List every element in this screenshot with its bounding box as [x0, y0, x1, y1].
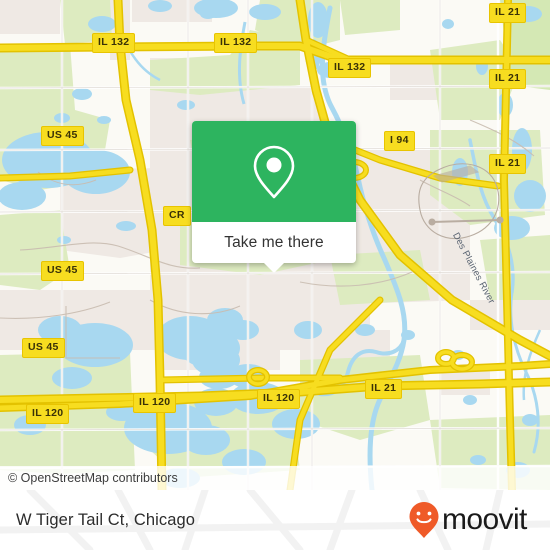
- moovit-wordmark: moovit: [442, 504, 529, 536]
- map-canvas[interactable]: IL 21 IL 132 IL 132 IL 132 IL 21 US 45 I…: [0, 0, 550, 490]
- road-shield[interactable]: US 45: [41, 126, 84, 146]
- moovit-pin-icon: [409, 502, 439, 538]
- road-shield[interactable]: I 94: [384, 131, 415, 151]
- road-shield[interactable]: IL 120: [133, 393, 177, 413]
- footer-bar: W Tiger Tail Ct, Chicago moovit: [0, 490, 550, 550]
- road-shield[interactable]: IL 120: [26, 404, 70, 424]
- road-shield[interactable]: IL 132: [92, 33, 136, 53]
- moovit-map-screen: IL 21 IL 132 IL 132 IL 132 IL 21 US 45 I…: [0, 0, 550, 550]
- place-title: W Tiger Tail Ct, Chicago: [16, 510, 196, 529]
- road-shield[interactable]: IL 21: [489, 154, 527, 174]
- road-shield[interactable]: IL 21: [489, 3, 527, 23]
- road-shield[interactable]: IL 21: [365, 379, 403, 399]
- destination-callout[interactable]: Take me there: [192, 121, 356, 273]
- footer-content: W Tiger Tail Ct, Chicago moovit: [0, 490, 550, 550]
- location-pin-icon: [253, 145, 295, 198]
- map-attribution-bar: © OpenStreetMap contributors: [0, 466, 550, 490]
- road-shield[interactable]: IL 132: [328, 58, 372, 78]
- osm-attribution-text[interactable]: © OpenStreetMap contributors: [8, 471, 178, 485]
- callout-icon-area: [192, 121, 356, 222]
- take-me-there-button[interactable]: Take me there: [192, 222, 356, 273]
- road-shield[interactable]: US 45: [41, 261, 84, 281]
- road-shield[interactable]: CR: [163, 206, 191, 226]
- svg-text:moovit: moovit: [442, 504, 528, 536]
- road-shield[interactable]: US 45: [22, 338, 65, 358]
- road-shield[interactable]: IL 132: [214, 33, 258, 53]
- take-me-there-label: Take me there: [224, 233, 324, 251]
- callout-tail-icon: [263, 262, 285, 273]
- road-shield[interactable]: IL 120: [257, 389, 301, 409]
- road-shield[interactable]: IL 21: [489, 69, 527, 89]
- moovit-logo[interactable]: moovit: [408, 500, 534, 540]
